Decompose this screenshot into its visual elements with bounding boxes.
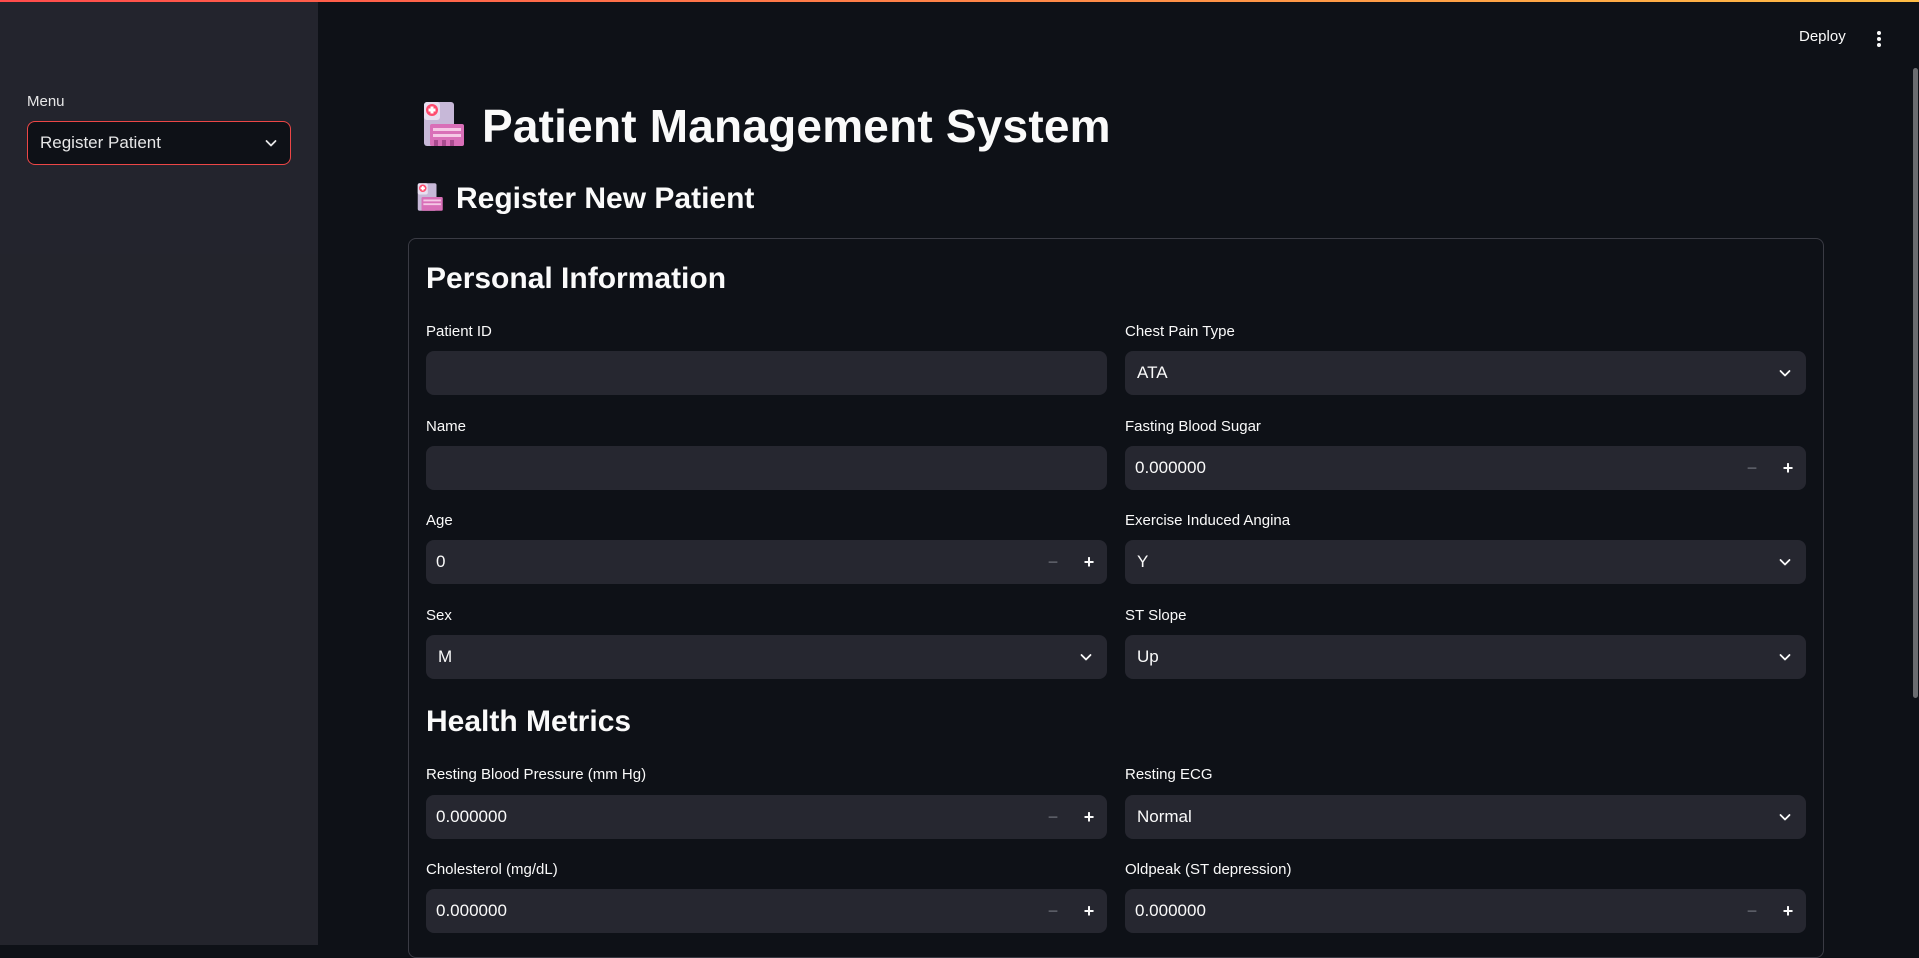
- name-label: Name: [426, 418, 467, 435]
- chest-pain-select[interactable]: ATA: [1125, 351, 1806, 395]
- plus-icon[interactable]: +: [1770, 889, 1806, 933]
- hospital-icon: [414, 180, 444, 219]
- scrollbar-thumb[interactable]: [1913, 68, 1918, 698]
- section-title: Register New Patient: [414, 180, 754, 218]
- chest-pain-value: ATA: [1137, 363, 1168, 382]
- age-label: Age: [426, 512, 453, 529]
- oldpeak-label: Oldpeak (ST depression): [1125, 861, 1292, 878]
- chest-pain-label: Chest Pain Type: [1125, 323, 1235, 340]
- sex-label: Sex: [426, 607, 452, 624]
- section-title-text: Register New Patient: [456, 182, 755, 215]
- cholesterol-stepper[interactable]: 0.000000 − +: [426, 889, 1107, 933]
- chevron-down-icon: [264, 136, 278, 150]
- plus-icon[interactable]: +: [1071, 540, 1107, 584]
- minus-icon[interactable]: −: [1734, 889, 1770, 933]
- hospital-icon: [418, 98, 466, 155]
- resting-bp-label: Resting Blood Pressure (mm Hg): [426, 766, 647, 783]
- kebab-menu-icon[interactable]: [1870, 28, 1888, 50]
- chevron-down-icon: [1778, 366, 1792, 380]
- register-form: [408, 238, 1824, 958]
- deploy-button[interactable]: Deploy: [1799, 28, 1846, 45]
- patient-id-input[interactable]: [426, 351, 1107, 395]
- menu-select-value: Register Patient: [40, 133, 161, 152]
- page-title-text: Patient Management System: [482, 100, 1111, 152]
- resting-bp-value: 0.000000: [436, 807, 507, 826]
- cholesterol-value: 0.000000: [436, 901, 507, 920]
- sidebar: Menu Register Patient: [0, 0, 318, 945]
- minus-icon[interactable]: −: [1035, 795, 1071, 839]
- resting-bp-stepper[interactable]: 0.000000 − +: [426, 795, 1107, 839]
- sex-value: M: [438, 647, 453, 666]
- page-title: Patient Management System: [418, 98, 1111, 154]
- resting-ecg-label: Resting ECG: [1125, 766, 1213, 783]
- minus-icon[interactable]: −: [1035, 540, 1071, 584]
- sex-select[interactable]: M: [426, 635, 1107, 679]
- exercise-angina-value: Y: [1137, 552, 1149, 571]
- fasting-bs-stepper[interactable]: 0.000000 − +: [1125, 446, 1806, 490]
- st-slope-select[interactable]: Up: [1125, 635, 1806, 679]
- chevron-down-icon: [1778, 555, 1792, 569]
- chevron-down-icon: [1778, 810, 1792, 824]
- fasting-bs-label: Fasting Blood Sugar: [1125, 418, 1261, 435]
- exercise-angina-select[interactable]: Y: [1125, 540, 1806, 584]
- fasting-bs-value: 0.000000: [1135, 458, 1206, 477]
- st-slope-label: ST Slope: [1125, 607, 1187, 624]
- cholesterol-label: Cholesterol (mg/dL): [426, 861, 558, 878]
- minus-icon[interactable]: −: [1734, 446, 1770, 490]
- st-slope-value: Up: [1137, 647, 1159, 666]
- chevron-down-icon: [1778, 650, 1792, 664]
- oldpeak-value: 0.000000: [1135, 901, 1206, 920]
- menu-label: Menu: [27, 93, 65, 110]
- resting-ecg-value: Normal: [1137, 807, 1192, 826]
- top-accent-bar: [0, 0, 1919, 2]
- minus-icon[interactable]: −: [1035, 889, 1071, 933]
- name-input[interactable]: [426, 446, 1107, 490]
- plus-icon[interactable]: +: [1071, 795, 1107, 839]
- personal-info-heading: Personal Information: [426, 262, 727, 295]
- resting-ecg-select[interactable]: Normal: [1125, 795, 1806, 839]
- menu-select[interactable]: Register Patient: [27, 121, 291, 165]
- oldpeak-stepper[interactable]: 0.000000 − +: [1125, 889, 1806, 933]
- plus-icon[interactable]: +: [1770, 446, 1806, 490]
- chevron-down-icon: [1079, 650, 1093, 664]
- age-stepper[interactable]: 0 − +: [426, 540, 1107, 584]
- patient-id-label: Patient ID: [426, 323, 492, 340]
- exercise-angina-label: Exercise Induced Angina: [1125, 512, 1291, 529]
- age-value: 0: [436, 552, 446, 571]
- health-metrics-heading: Health Metrics: [426, 705, 632, 738]
- plus-icon[interactable]: +: [1071, 889, 1107, 933]
